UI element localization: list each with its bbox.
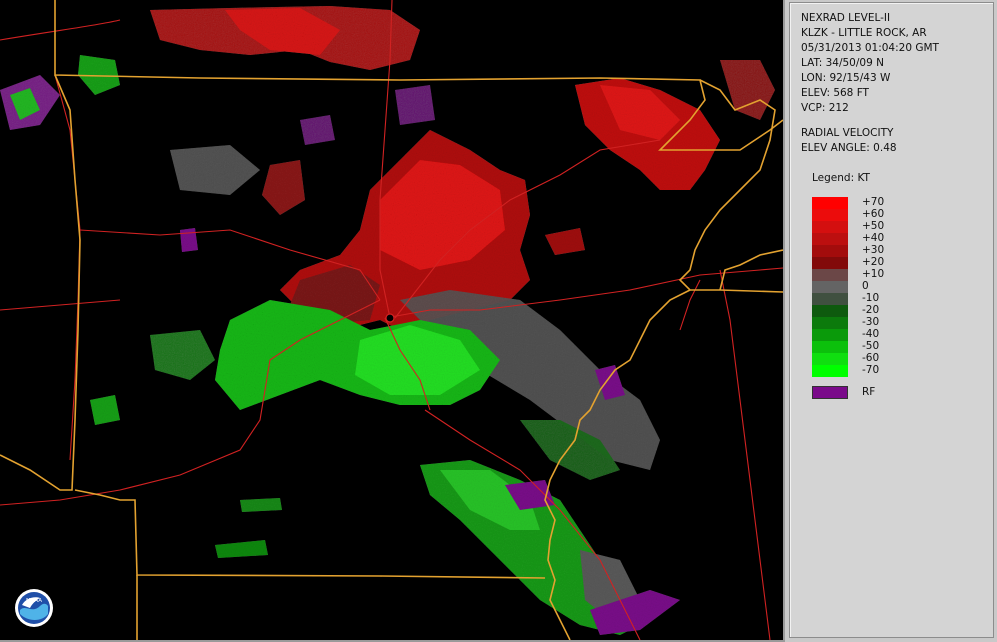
legend-row: -60: [812, 352, 982, 365]
legend-swatch: [812, 209, 848, 221]
legend-swatch: [812, 329, 848, 341]
elevation-angle: ELEV ANGLE: 0.48: [801, 142, 897, 154]
legend-row: +10: [812, 268, 982, 281]
legend-rf-label: RF: [862, 386, 876, 398]
legend-row: +50: [812, 220, 982, 233]
legend-row: -50: [812, 340, 982, 353]
legend-swatch: [812, 245, 848, 257]
legend-rf-row: RF: [812, 386, 912, 400]
legend-row: 0: [812, 280, 982, 293]
legend-swatch: [812, 317, 848, 329]
legend-swatch: [812, 221, 848, 233]
legend-row: +70: [812, 196, 982, 209]
legend-row: +30: [812, 244, 982, 257]
product-name: NEXRAD LEVEL-II: [801, 12, 891, 24]
station-elev: ELEV: 568 FT: [801, 87, 869, 99]
legend-rf-swatch: [812, 386, 848, 399]
scan-datetime: 05/31/2013 01:04:20 GMT: [801, 42, 939, 54]
legend-swatch: [812, 233, 848, 245]
legend-swatch: [812, 197, 848, 209]
product-type: RADIAL VELOCITY: [801, 127, 894, 139]
legend-row: -70: [812, 364, 982, 377]
radar-map[interactable]: NOAA: [0, 0, 785, 642]
legend-swatch: [812, 365, 848, 377]
radar-site-marker: [385, 313, 395, 323]
legend-swatch: [812, 257, 848, 269]
legend-swatch: [812, 353, 848, 365]
vcp-mode: VCP: 212: [801, 102, 849, 114]
legend-swatch: [812, 305, 848, 317]
legend-row: -40: [812, 328, 982, 341]
legend-row: +60: [812, 208, 982, 221]
legend-swatch: [812, 281, 848, 293]
legend-row: -10: [812, 292, 982, 305]
legend-label: -70: [862, 364, 880, 376]
station-lon: LON: 92/15/43 W: [801, 72, 891, 84]
legend-title: Legend: KT: [812, 172, 870, 184]
legend-swatch: [812, 341, 848, 353]
noaa-logo-text: NOAA: [26, 598, 42, 604]
legend-row: +40: [812, 232, 982, 245]
legend-row: -30: [812, 316, 982, 329]
info-panel: NEXRAD LEVEL-II KLZK - LITTLE ROCK, AR 0…: [789, 2, 994, 638]
noaa-logo: NOAA: [14, 588, 54, 628]
legend-row: +20: [812, 256, 982, 269]
legend-swatch: [812, 293, 848, 305]
station-lat: LAT: 34/50/09 N: [801, 57, 884, 69]
legend-swatch: [812, 269, 848, 281]
station-name: KLZK - LITTLE ROCK, AR: [801, 27, 927, 39]
legend-row: -20: [812, 304, 982, 317]
radar-map-canvas: [0, 0, 783, 640]
